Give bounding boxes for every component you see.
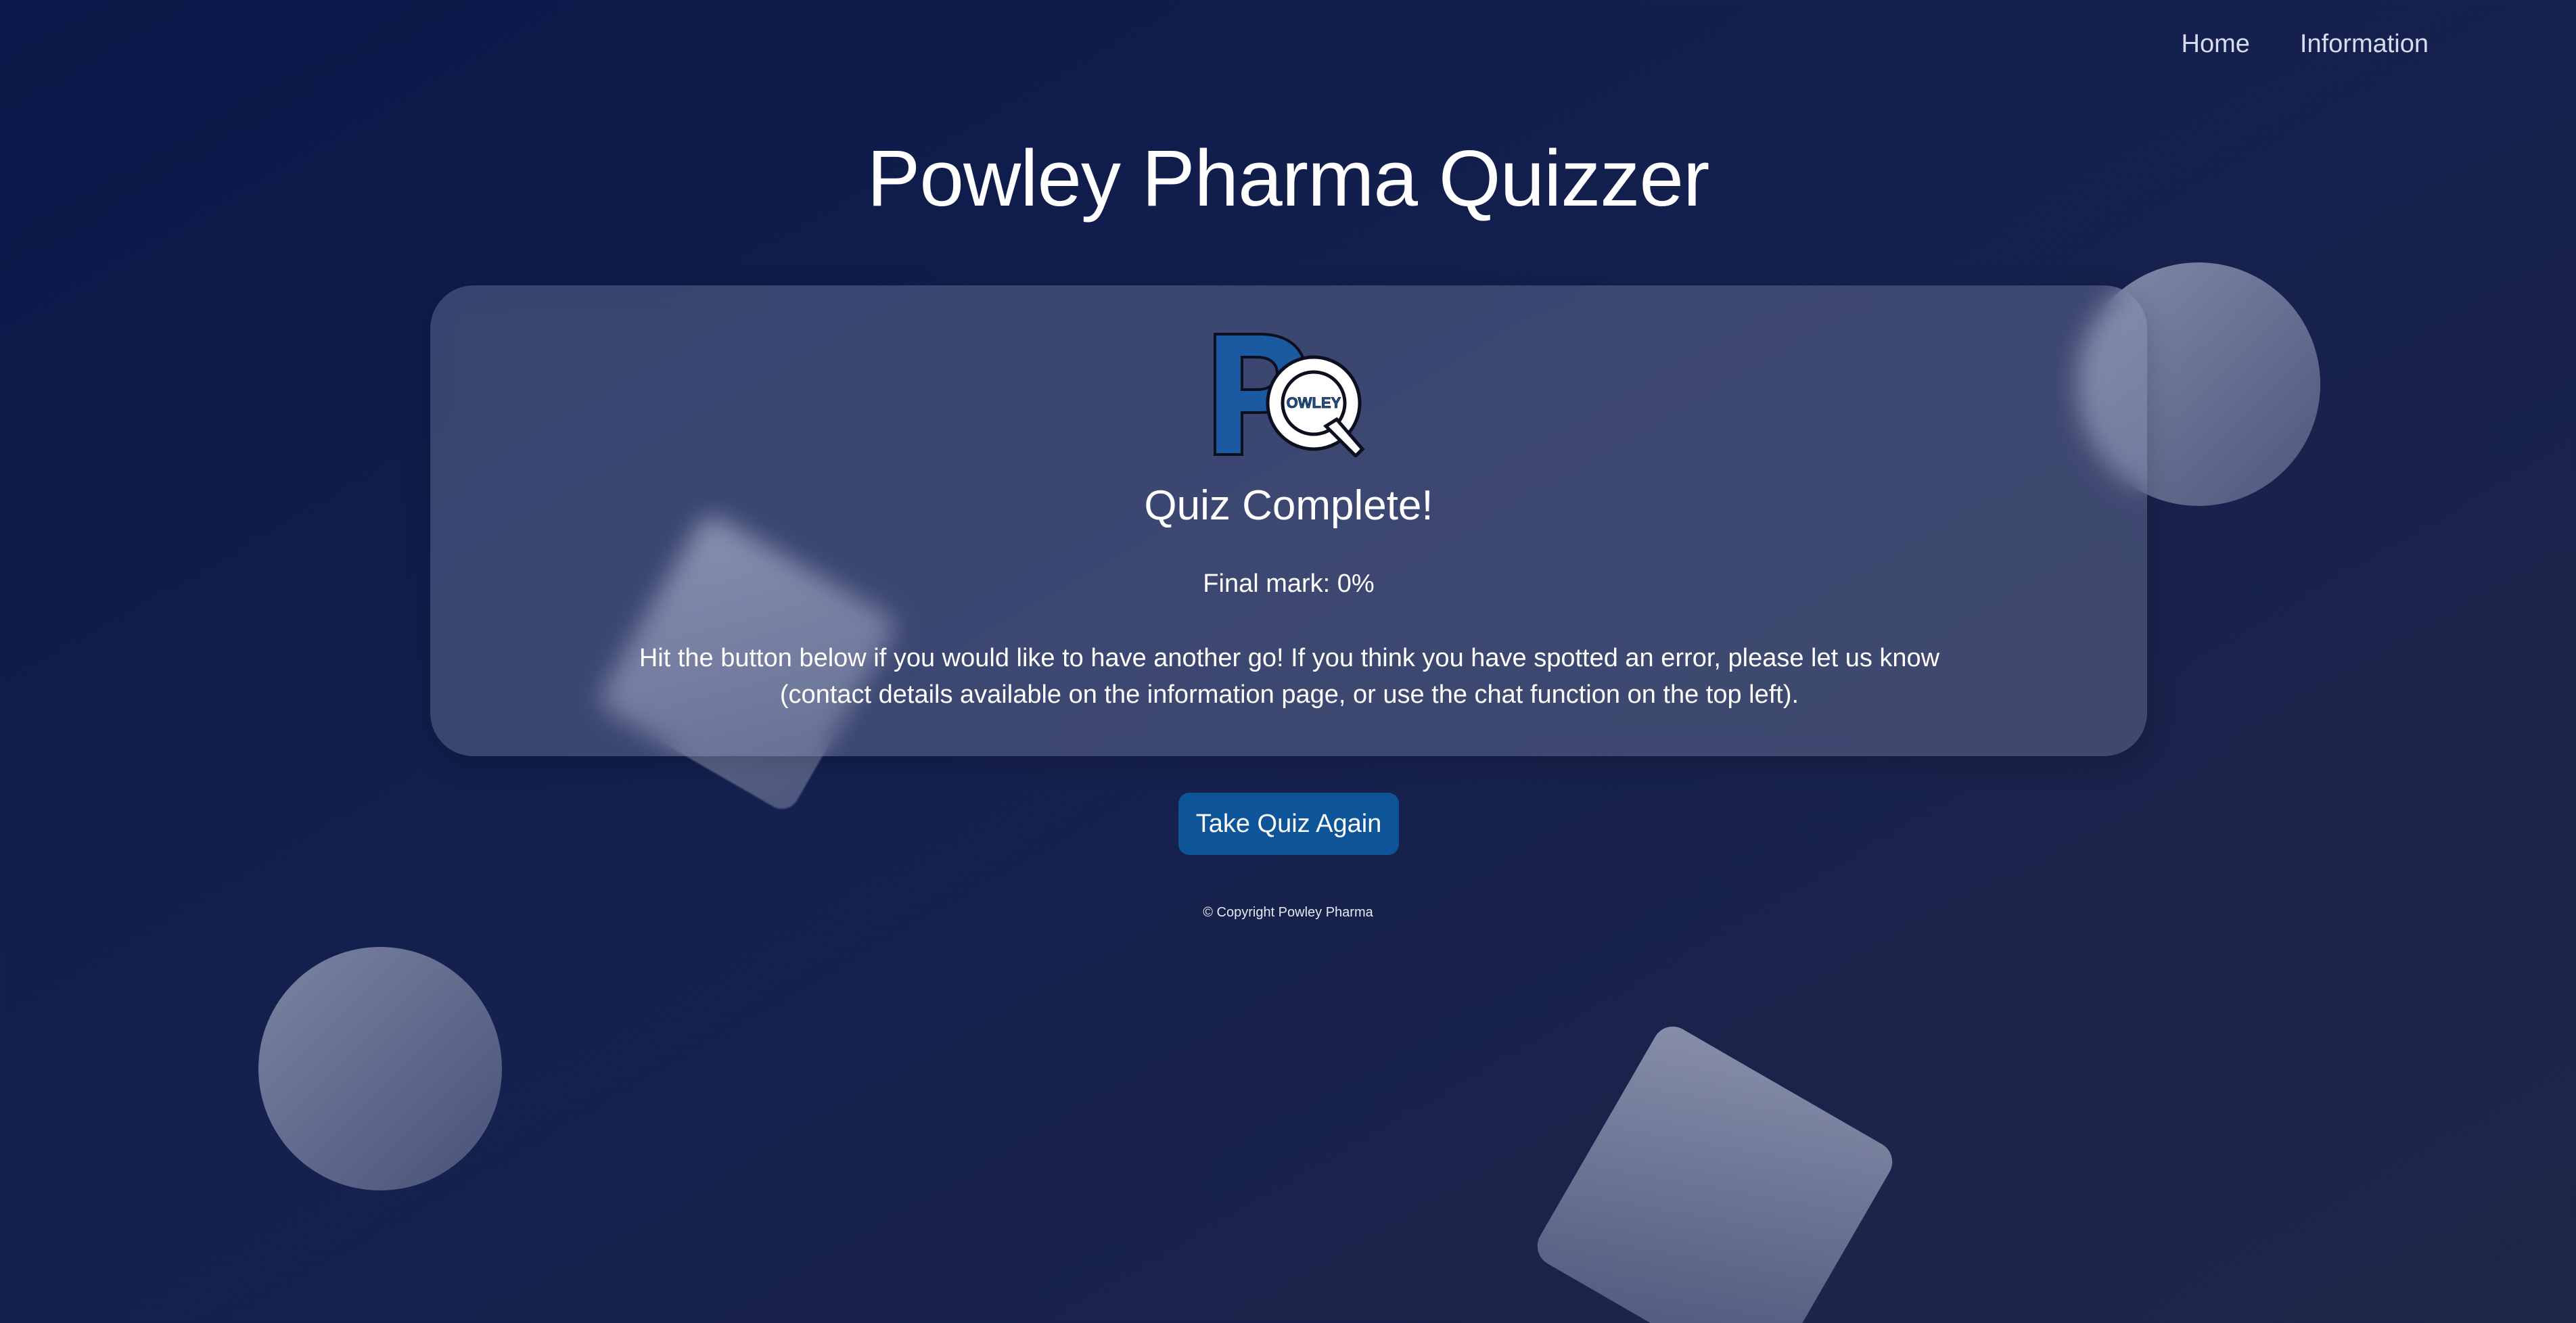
- powley-pq-logo: OWLEY: [1214, 333, 1365, 457]
- take-quiz-again-button[interactable]: Take Quiz Again: [1178, 793, 1399, 855]
- copyright-text: © Copyright Powley Pharma: [1203, 905, 1373, 920]
- top-nav: Home Information: [2182, 30, 2429, 59]
- retry-message: Hit the button below if you would like t…: [639, 644, 1940, 709]
- page-title: Powley Pharma Quizzer: [867, 134, 1710, 223]
- nav-link-home[interactable]: Home: [2182, 30, 2250, 59]
- nav-link-information[interactable]: Information: [2300, 30, 2429, 59]
- quiz-complete-heading: Quiz Complete!: [1144, 482, 1433, 529]
- decorative-circle-bottom-left: [258, 947, 502, 1190]
- logo-text: OWLEY: [1287, 394, 1341, 411]
- final-mark-text: Final mark: 0%: [1203, 570, 1375, 598]
- decorative-square-bottom: [1530, 1019, 1900, 1323]
- result-card: OWLEY Quiz Complete! Final mark: 0% Hit …: [430, 285, 2147, 756]
